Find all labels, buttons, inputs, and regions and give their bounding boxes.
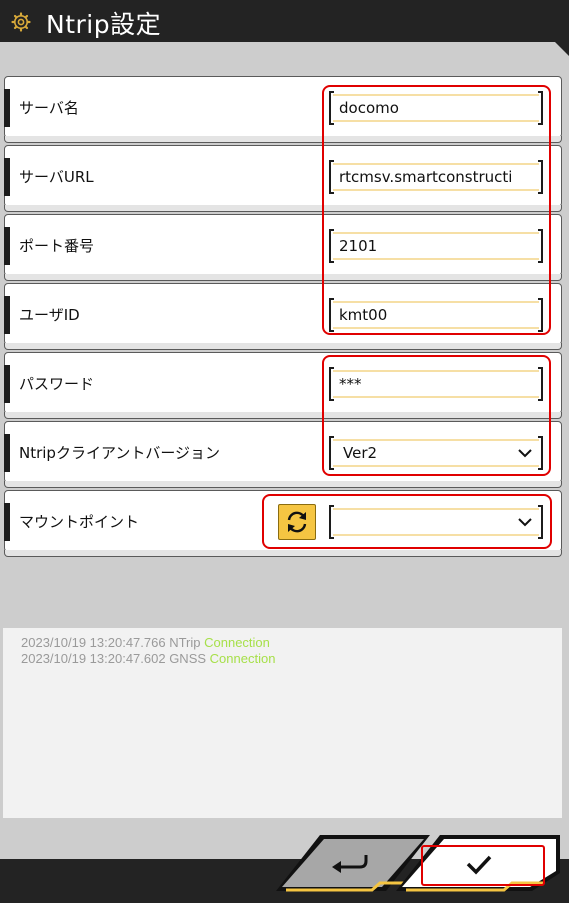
port-field[interactable] <box>329 229 543 263</box>
server-url-field[interactable] <box>329 160 543 194</box>
row-marker <box>4 89 10 127</box>
row-marker <box>4 365 10 403</box>
user-id-row: ユーザID <box>4 283 562 350</box>
log-panel: 2023/10/19 13:20:47.766 NTrip Connection… <box>3 628 562 818</box>
user-id-input[interactable] <box>339 304 529 326</box>
log-status: Connection <box>209 651 276 666</box>
server-url-row: サーバURL <box>4 145 562 212</box>
server-name-label: サーバ名 <box>19 99 79 117</box>
row-marker <box>4 227 10 265</box>
client-version-value: Ver2 <box>343 444 378 462</box>
page-title: Ntrip設定 <box>46 10 162 39</box>
log-line: 2023/10/19 13:20:47.602 GNSS Connection <box>21 651 275 666</box>
client-version-select[interactable]: Ver2 <box>329 436 543 470</box>
row-marker <box>4 434 10 472</box>
header-bar: Ntrip設定 <box>0 0 569 42</box>
port-input[interactable] <box>339 235 529 257</box>
confirm-button[interactable] <box>394 833 564 895</box>
user-id-label: ユーザID <box>19 306 80 324</box>
mount-point-label: マウントポイント <box>19 513 140 531</box>
server-url-input[interactable] <box>339 166 529 188</box>
user-id-field[interactable] <box>329 298 543 332</box>
port-row: ポート番号 <box>4 214 562 281</box>
chevron-down-icon <box>518 449 532 458</box>
log-line: 2023/10/19 13:20:47.766 NTrip Connection <box>21 635 270 650</box>
row-marker <box>4 503 10 541</box>
chevron-down-icon <box>518 518 532 527</box>
row-marker <box>4 158 10 196</box>
client-version-row: Ntripクライアントバージョン Ver2 <box>4 421 562 488</box>
server-url-label: サーバURL <box>19 168 94 186</box>
password-input[interactable] <box>339 373 529 395</box>
gear-icon <box>11 12 31 32</box>
password-row: パスワード <box>4 352 562 419</box>
password-field[interactable] <box>329 367 543 401</box>
client-version-label: Ntripクライアントバージョン <box>19 444 221 462</box>
log-status: Connection <box>204 635 270 650</box>
server-name-field[interactable] <box>329 91 543 125</box>
row-marker <box>4 296 10 334</box>
header-slant <box>555 42 569 56</box>
password-label: パスワード <box>19 375 95 393</box>
refresh-icon <box>287 511 307 533</box>
mount-point-select[interactable] <box>329 505 543 539</box>
refresh-button[interactable] <box>278 504 316 540</box>
port-label: ポート番号 <box>19 237 95 255</box>
server-name-input[interactable] <box>339 97 529 119</box>
mount-point-row: マウントポイント <box>4 490 562 557</box>
server-name-row: サーバ名 <box>4 76 562 143</box>
log-text: 2023/10/19 13:20:47.766 NTrip <box>21 635 205 650</box>
log-text: 2023/10/19 13:20:47.602 GNSS <box>21 651 210 666</box>
